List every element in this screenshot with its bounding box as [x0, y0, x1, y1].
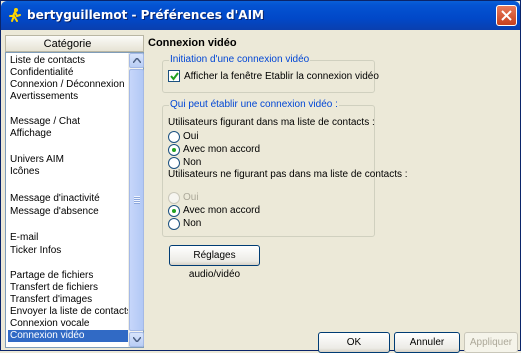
- not-in-list-no-radio[interactable]: [168, 218, 180, 230]
- category-item[interactable]: Connexion vocale: [8, 318, 129, 330]
- in-list-ask-radio[interactable]: [168, 144, 180, 156]
- who-can-connect-group: Qui peut établir une connexion vidéo : U…: [162, 99, 408, 237]
- in-list-no-radio[interactable]: [168, 157, 180, 169]
- category-item[interactable]: Confidentialité: [8, 67, 129, 79]
- chevron-up-icon: [133, 58, 141, 63]
- category-item[interactable]: Connexion / Déconnexion: [8, 79, 129, 91]
- category-item[interactable]: Ticker Infos: [8, 245, 129, 257]
- category-item[interactable]: Transfert de fichiers: [8, 282, 129, 294]
- show-video-window-label: Afficher la fenêtre Etablir la connexion…: [184, 71, 379, 82]
- scroll-thumb[interactable]: [129, 69, 144, 331]
- in-list-yes-label: Oui: [183, 131, 199, 142]
- initiation-group-label: Initiation d'une connexion vidéo: [169, 54, 311, 65]
- not-in-list-yes-label: Oui: [183, 192, 199, 203]
- in-list-no-label: Non: [183, 157, 202, 168]
- category-item[interactable]: Message d'inactivité: [8, 193, 129, 205]
- who-group-label: Qui peut établir une connexion vidéo :: [169, 99, 339, 110]
- category-item[interactable]: Avertissements: [8, 91, 129, 103]
- category-item[interactable]: Affichage: [8, 128, 129, 140]
- not-in-list-ask-label: Avec mon accord: [183, 205, 261, 216]
- in-list-ask-label: Avec mon accord: [183, 144, 261, 155]
- window-title: bertyguillemot - Préférences d'AIM: [27, 8, 264, 22]
- in-list-label: Utilisateurs figurant dans ma liste de c…: [168, 117, 375, 128]
- initiation-group: Initiation d'une connexion vidéo Affiche…: [162, 54, 379, 93]
- category-item[interactable]: E-mail: [8, 232, 129, 244]
- checkmark-icon: [170, 72, 179, 81]
- category-item[interactable]: Message d'absence: [8, 206, 129, 218]
- apply-button: Appliquer: [464, 332, 518, 353]
- category-list[interactable]: Liste de contacts Confidentialité Connex…: [5, 52, 144, 348]
- section-title: Connexion vidéo: [148, 37, 237, 49]
- aim-running-man-icon: [7, 7, 23, 23]
- category-header: Catégorie: [5, 35, 144, 52]
- category-item[interactable]: Partage de fichiers: [8, 270, 129, 282]
- category-item-selected[interactable]: Connexion vidéo: [8, 330, 129, 342]
- scroll-up-button[interactable]: [129, 53, 144, 68]
- category-scrollbar[interactable]: [128, 53, 144, 347]
- category-item[interactable]: Transfert d'images: [8, 294, 129, 306]
- not-in-list-no-label: Non: [183, 218, 202, 229]
- category-item[interactable]: Liste de contacts: [8, 55, 129, 67]
- cancel-button[interactable]: Annuler: [394, 332, 460, 353]
- audio-video-settings-button[interactable]: Réglages audio/vidéo: [169, 245, 260, 280]
- not-in-list-yes-radio: [168, 192, 180, 204]
- close-button[interactable]: [496, 5, 517, 26]
- grip-icon: [134, 196, 140, 204]
- preferences-window: bertyguillemot - Préférences d'AIM Catég…: [0, 0, 521, 353]
- title-bar[interactable]: bertyguillemot - Préférences d'AIM: [1, 1, 520, 30]
- ok-button[interactable]: OK: [318, 332, 390, 353]
- category-item[interactable]: Icônes: [8, 166, 129, 178]
- category-item[interactable]: Envoyer la liste de contacts: [8, 306, 132, 318]
- scroll-down-button[interactable]: [129, 332, 144, 347]
- in-list-yes-radio[interactable]: [168, 131, 180, 143]
- category-item[interactable]: Univers AIM: [8, 154, 129, 166]
- show-video-window-checkbox[interactable]: [168, 70, 180, 82]
- not-in-list-ask-radio[interactable]: [168, 205, 180, 217]
- not-in-list-label: Utilisateurs ne figurant pas dans ma lis…: [168, 169, 408, 180]
- category-item[interactable]: Message / Chat: [8, 116, 129, 128]
- close-icon: [501, 10, 512, 21]
- chevron-down-icon: [133, 337, 141, 342]
